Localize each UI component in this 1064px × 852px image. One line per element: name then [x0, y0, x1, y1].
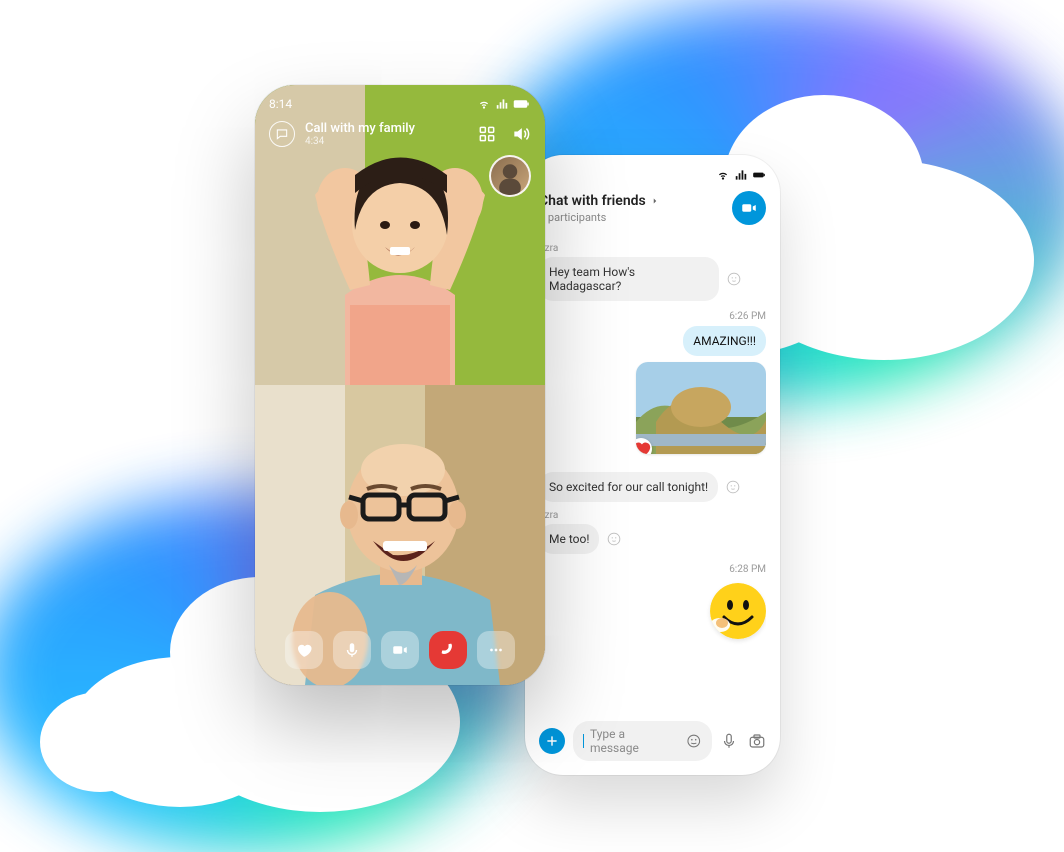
call-controls	[255, 631, 545, 669]
call-overlay: 8:14 Call with my family 4:34	[255, 85, 545, 147]
chat-title[interactable]: Chat with friends	[539, 193, 724, 209]
status-time: 8:14	[269, 97, 292, 111]
signal-icon	[495, 97, 509, 111]
message-in[interactable]: So excited for our call tonight!	[539, 472, 718, 502]
call-title: Call with my family	[305, 121, 415, 136]
photo-message[interactable]	[636, 362, 766, 454]
message-input[interactable]: Type a message	[573, 721, 712, 761]
self-view[interactable]	[489, 155, 531, 197]
message-icon	[275, 127, 289, 141]
plus-icon	[545, 734, 559, 748]
chat-phone: Chat with friends 3 participants Ezra He…	[525, 155, 780, 775]
call-participant-bottom	[255, 385, 545, 685]
heart-reaction[interactable]	[636, 438, 652, 454]
chat-header: Chat with friends 3 participants	[539, 191, 766, 225]
react-icon[interactable]	[726, 480, 740, 494]
mic-icon[interactable]	[720, 732, 738, 750]
heart-icon	[295, 641, 313, 659]
chat-status-bar	[539, 167, 766, 183]
wifi-icon	[477, 97, 491, 111]
call-participant-top: 8:14 Call with my family 4:34	[255, 85, 545, 385]
chat-body[interactable]: Ezra Hey team How's Madagascar? 6:26 PM …	[539, 235, 766, 715]
timestamp: 6:28 PM	[729, 564, 766, 575]
chevron-right-icon	[650, 196, 660, 206]
video-icon	[740, 199, 758, 217]
chat-input-bar: Type a message	[539, 721, 766, 761]
sticker-message[interactable]	[710, 583, 766, 639]
end-call-button[interactable]	[429, 631, 467, 669]
message-out[interactable]: AMAZING!!!	[683, 326, 766, 356]
timestamp: 6:26 PM	[729, 311, 766, 322]
grid-view-icon[interactable]	[477, 124, 497, 144]
emoji-icon[interactable]	[686, 733, 702, 749]
battery-icon	[752, 168, 766, 182]
reaction-button[interactable]	[285, 631, 323, 669]
more-button[interactable]	[477, 631, 515, 669]
attach-button[interactable]	[539, 728, 565, 754]
chat-subtitle: 3 participants	[539, 211, 724, 224]
wifi-icon	[716, 168, 730, 182]
video-icon	[391, 641, 409, 659]
mute-button[interactable]	[333, 631, 371, 669]
message-in[interactable]: Hey team How's Madagascar?	[539, 257, 719, 301]
camera-toggle-button[interactable]	[381, 631, 419, 669]
camera-icon[interactable]	[748, 732, 766, 750]
battery-icon	[513, 98, 531, 110]
call-duration: 4:34	[305, 136, 415, 147]
react-icon[interactable]	[607, 532, 621, 546]
heart-icon	[636, 438, 652, 454]
call-phone: 8:14 Call with my family 4:34	[255, 85, 545, 685]
sender-label: Ezra	[539, 510, 766, 521]
chat-toggle-button[interactable]	[269, 121, 295, 147]
message-in[interactable]: Me too!	[539, 524, 599, 554]
hangup-icon	[439, 641, 457, 659]
video-call-button[interactable]	[732, 191, 766, 225]
sender-label: Ezra	[539, 243, 766, 254]
speaker-icon[interactable]	[511, 124, 531, 144]
input-placeholder: Type a message	[590, 727, 674, 755]
more-icon	[487, 641, 505, 659]
signal-icon	[734, 168, 748, 182]
react-icon[interactable]	[727, 272, 741, 286]
mic-icon	[343, 641, 361, 659]
